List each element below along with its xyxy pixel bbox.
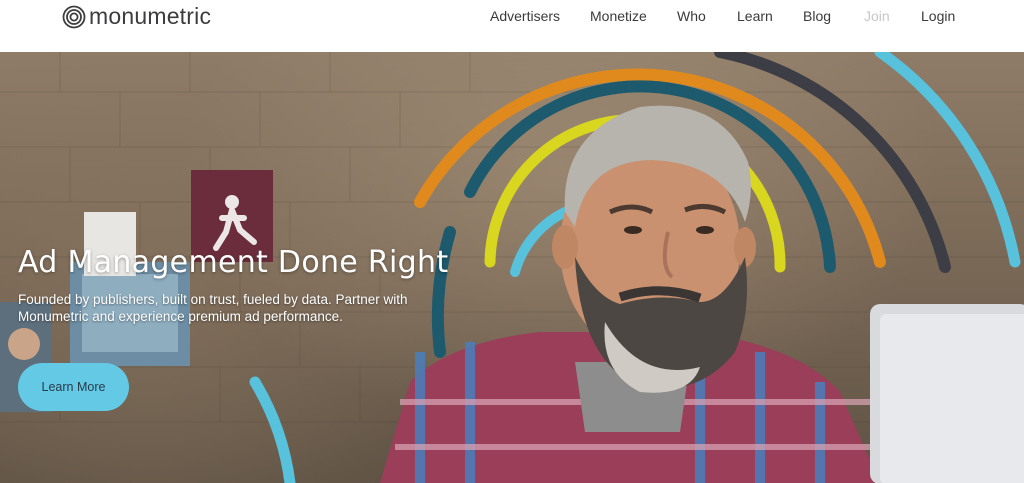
nav-learn[interactable]: Learn — [737, 8, 773, 24]
brand-name: monumetric — [89, 3, 212, 29]
hero-section: Ad Management Done Right Founded by publ… — [0, 52, 1024, 483]
nav-monetize[interactable]: Monetize — [590, 8, 647, 24]
laptop — [870, 304, 1024, 483]
nav-blog[interactable]: Blog — [803, 8, 831, 24]
learn-more-button[interactable]: Learn More — [18, 363, 129, 411]
brand-logo[interactable]: monumetric — [62, 3, 211, 30]
top-nav-bar: monumetric Advertisers Monetize Who Lear… — [0, 0, 1024, 52]
hero-headline: Ad Management Done Right — [18, 245, 449, 280]
nav-login[interactable]: Login — [921, 8, 955, 24]
nav-join[interactable]: Join — [864, 8, 890, 24]
nav-who[interactable]: Who — [677, 8, 706, 24]
hero-subheading: Founded by publishers, built on trust, f… — [18, 292, 408, 324]
nav-advertisers[interactable]: Advertisers — [490, 8, 560, 24]
concentric-circles-icon — [62, 5, 86, 28]
